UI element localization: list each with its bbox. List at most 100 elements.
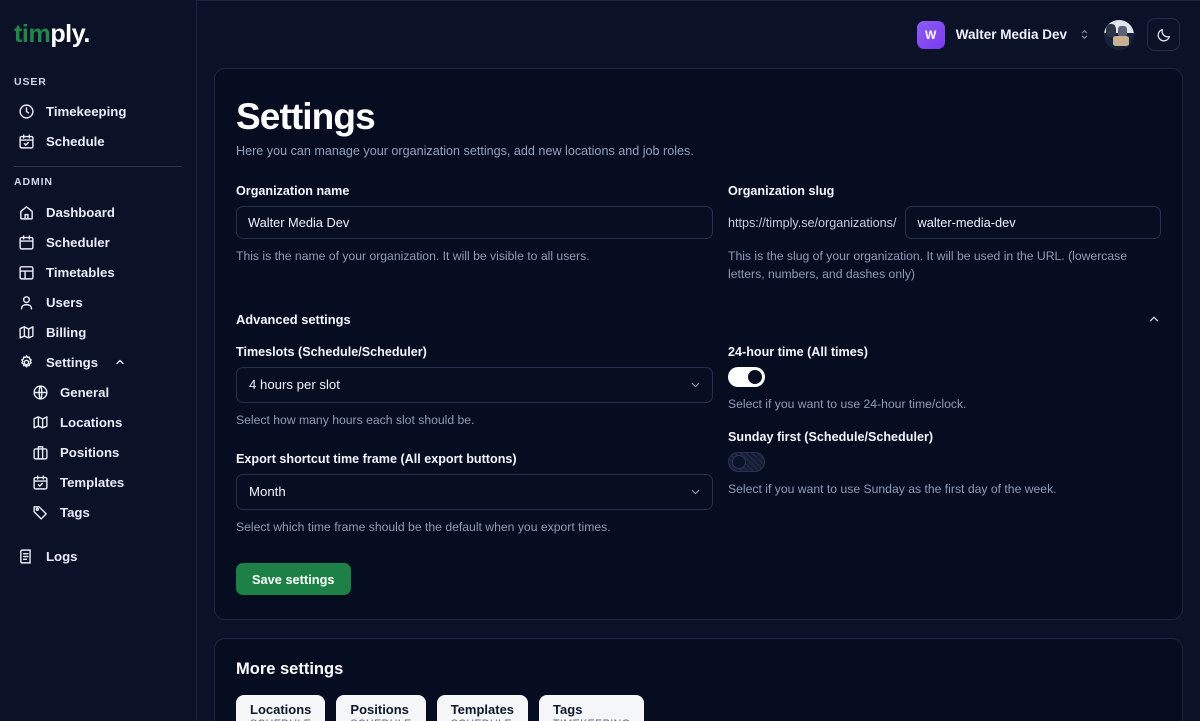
calendar-check-icon bbox=[32, 474, 49, 491]
calendar-icon bbox=[18, 234, 35, 251]
avatar[interactable] bbox=[1104, 19, 1134, 50]
org-name-input[interactable] bbox=[236, 206, 713, 240]
sidebar-item-label: Scheduler bbox=[46, 234, 110, 250]
moon-icon bbox=[1156, 27, 1172, 43]
sidebar-item-label: General bbox=[60, 384, 110, 400]
twenty-four-hour-help: Select if you want to use 24-hour time/c… bbox=[728, 396, 967, 411]
user-icon bbox=[18, 294, 35, 311]
more-settings-card: More settings Locations SCHEDULE Positio… bbox=[214, 638, 1183, 721]
main-content: W Walter Media Dev Settings Here you can… bbox=[196, 0, 1200, 721]
calendar-check-icon bbox=[18, 133, 35, 150]
org-fields-grid: Organization name This is the name of yo… bbox=[236, 184, 1161, 283]
home-icon bbox=[18, 204, 35, 221]
advanced-settings-title: Advanced settings bbox=[236, 311, 351, 327]
timeslots-label: Timeslots (Schedule/Scheduler) bbox=[236, 344, 427, 359]
advanced-left-column: Timeslots (Schedule/Scheduler) 4 hours p… bbox=[236, 344, 713, 596]
page-title: Settings bbox=[236, 96, 376, 137]
sidebar-item-tags[interactable]: Tags bbox=[0, 497, 196, 527]
sidebar-item-label: Locations bbox=[60, 414, 123, 430]
sidebar-item-label: Settings bbox=[46, 354, 99, 370]
org-slug-help: This is the slug of your organization. I… bbox=[728, 249, 1127, 282]
chevron-up-icon[interactable] bbox=[114, 356, 126, 368]
sidebar-section-user: USER bbox=[14, 76, 47, 88]
more-settings-title: More settings bbox=[236, 660, 344, 679]
more-settings-chip-templates[interactable]: Templates SCHEDULE bbox=[436, 695, 529, 721]
sidebar-item-users[interactable]: Users bbox=[0, 287, 196, 317]
sunday-first-label: Sunday first (Schedule/Scheduler) bbox=[728, 429, 934, 444]
org-slug-label: Organization slug bbox=[728, 184, 835, 199]
sidebar-item-scheduler[interactable]: Scheduler bbox=[0, 227, 196, 257]
export-timeframe-label: Export shortcut time frame (All export b… bbox=[236, 451, 517, 466]
chip-title: Tags bbox=[553, 702, 583, 718]
sidebar-item-timekeeping[interactable]: Timekeeping bbox=[0, 96, 196, 126]
chip-title: Locations bbox=[250, 702, 312, 718]
timeslots-selected-value: 4 hours per slot bbox=[249, 377, 340, 393]
logo-text-secondary: ply. bbox=[50, 20, 90, 48]
sidebar-item-locations[interactable]: Locations bbox=[0, 407, 196, 437]
sidebar-item-logs[interactable]: Logs bbox=[0, 541, 196, 571]
theme-toggle-button[interactable] bbox=[1147, 18, 1180, 51]
top-header: W Walter Media Dev bbox=[197, 1, 1200, 68]
logs-icon bbox=[18, 548, 35, 565]
sidebar-section-admin: ADMIN bbox=[14, 176, 53, 188]
sunday-first-help: Select if you want to use Sunday as the … bbox=[728, 481, 1057, 496]
timeslots-help: Select how many hours each slot should b… bbox=[236, 412, 475, 427]
globe-icon bbox=[32, 384, 49, 401]
app-root: timply. USER Timekeeping Schedule ADMIN … bbox=[0, 0, 1200, 721]
settings-card: Settings Here you can manage your organi… bbox=[214, 68, 1183, 621]
sidebar-item-label: Timekeeping bbox=[46, 103, 127, 119]
clock-icon bbox=[18, 103, 35, 120]
sidebar-item-label: Schedule bbox=[46, 133, 105, 149]
more-settings-chip-locations[interactable]: Locations SCHEDULE bbox=[236, 695, 326, 721]
sidebar-item-timetables[interactable]: Timetables bbox=[0, 257, 196, 287]
org-slug-prefix: https://timply.se/organizations/ bbox=[728, 215, 897, 230]
org-name-label: Walter Media Dev bbox=[955, 27, 1067, 42]
sidebar-item-templates[interactable]: Templates bbox=[0, 467, 196, 497]
save-settings-button[interactable]: Save settings bbox=[236, 563, 351, 596]
sidebar-item-dashboard[interactable]: Dashboard bbox=[0, 197, 196, 227]
sidebar-item-label: Billing bbox=[46, 324, 87, 340]
chip-title: Positions bbox=[350, 702, 409, 718]
sidebar-item-label: Templates bbox=[60, 474, 125, 490]
content-scroll: Settings Here you can manage your organi… bbox=[197, 68, 1200, 721]
sidebar-item-general[interactable]: General bbox=[0, 377, 196, 407]
export-timeframe-select[interactable]: Month bbox=[236, 473, 713, 510]
advanced-settings-grid: Timeslots (Schedule/Scheduler) 4 hours p… bbox=[236, 344, 1161, 596]
logo-text-primary: tim bbox=[14, 20, 51, 48]
advanced-settings-header[interactable]: Advanced settings bbox=[236, 312, 1161, 327]
more-settings-chip-positions[interactable]: Positions SCHEDULE bbox=[336, 695, 426, 721]
app-logo[interactable]: timply. bbox=[0, 0, 196, 49]
page-subtitle: Here you can manage your organization se… bbox=[236, 144, 694, 159]
sidebar-item-label: Timetables bbox=[46, 264, 115, 280]
org-name-label: Organization name bbox=[236, 184, 350, 199]
sidebar-item-label: Dashboard bbox=[46, 204, 115, 220]
sidebar-item-label: Logs bbox=[46, 548, 78, 564]
org-name-group: Organization name This is the name of yo… bbox=[236, 184, 713, 283]
org-slug-group: Organization slug https://timply.se/orga… bbox=[728, 184, 1161, 283]
org-initial-badge: W bbox=[916, 20, 945, 49]
chevron-up-icon[interactable] bbox=[1147, 312, 1161, 326]
timeslots-select[interactable]: 4 hours per slot bbox=[236, 366, 713, 403]
sidebar-item-schedule[interactable]: Schedule bbox=[0, 126, 196, 156]
map-icon bbox=[32, 414, 49, 431]
map-icon bbox=[18, 324, 35, 341]
org-slug-input[interactable] bbox=[905, 206, 1161, 240]
export-timeframe-selected-value: Month bbox=[249, 484, 286, 500]
briefcase-icon bbox=[32, 444, 49, 461]
gear-icon bbox=[18, 354, 35, 371]
sidebar-divider bbox=[14, 166, 182, 167]
table-icon bbox=[18, 264, 35, 281]
tag-icon bbox=[32, 504, 49, 521]
sunday-first-toggle[interactable] bbox=[728, 451, 765, 472]
sidebar-item-settings[interactable]: Settings bbox=[0, 347, 196, 377]
more-settings-chips: Locations SCHEDULE Positions SCHEDULE Te… bbox=[236, 695, 1161, 721]
sidebar-item-billing[interactable]: Billing bbox=[0, 317, 196, 347]
twenty-four-hour-label: 24-hour time (All times) bbox=[728, 344, 868, 359]
twenty-four-hour-toggle[interactable] bbox=[728, 366, 765, 387]
sidebar-item-positions[interactable]: Positions bbox=[0, 437, 196, 467]
org-switcher[interactable]: W Walter Media Dev bbox=[916, 20, 1091, 49]
sidebar: timply. USER Timekeeping Schedule ADMIN … bbox=[0, 0, 196, 721]
chevron-up-down-icon[interactable] bbox=[1078, 28, 1091, 41]
more-settings-chip-tags[interactable]: Tags TIMEKEEPING bbox=[539, 695, 645, 721]
sidebar-item-label: Users bbox=[46, 294, 83, 310]
